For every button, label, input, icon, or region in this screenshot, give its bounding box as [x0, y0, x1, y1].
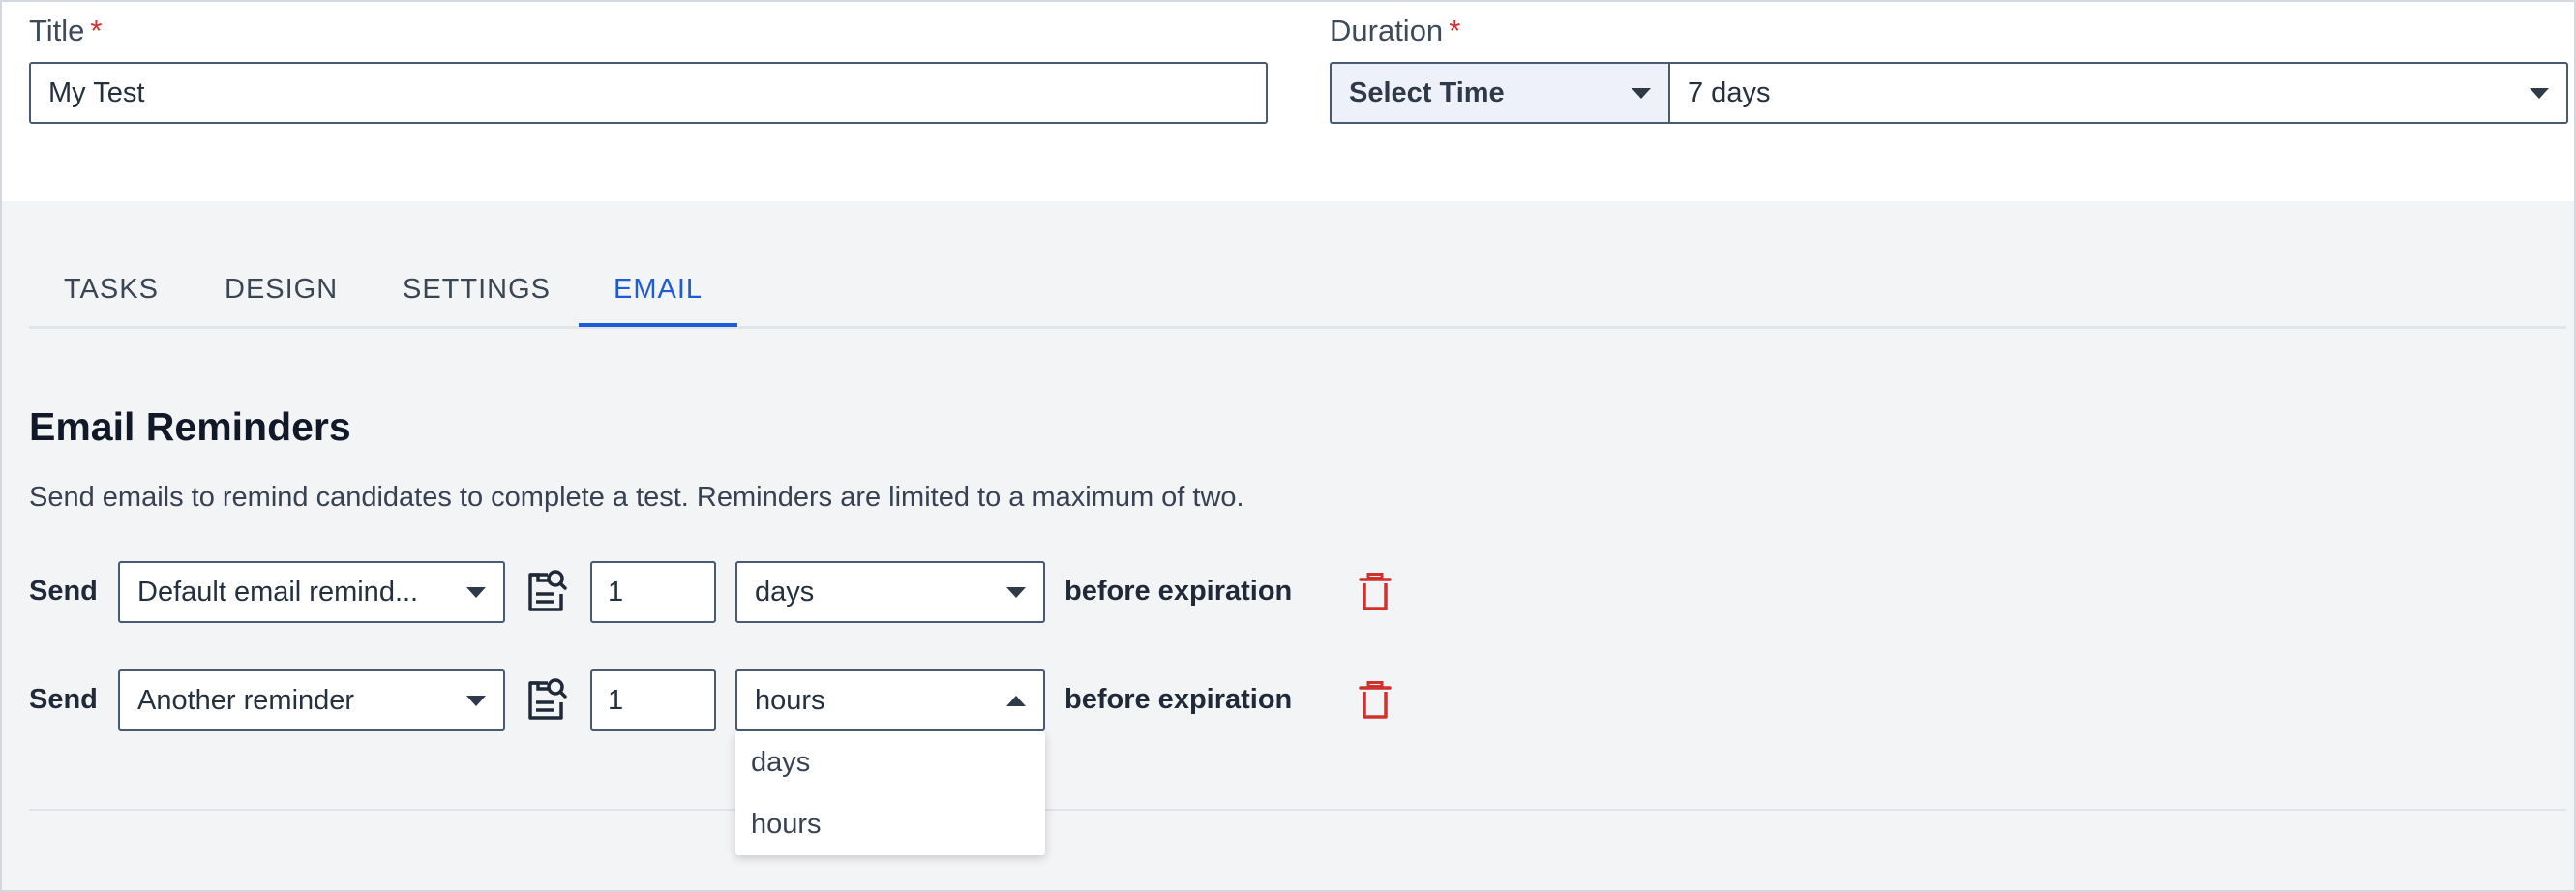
tab-tasks[interactable]: TASKS — [64, 250, 159, 329]
duration-value-label: 7 days — [1688, 76, 1771, 108]
tab-design[interactable]: DESIGN — [225, 250, 338, 329]
reminder-amount-input[interactable]: 1 — [590, 561, 716, 623]
unit-option-hours[interactable]: hours — [735, 793, 1045, 855]
reminder-unit-value: hours — [755, 684, 825, 716]
reminder-amount-value: 1 — [608, 684, 624, 716]
duration-value-select[interactable]: 7 days — [1668, 62, 2568, 124]
title-label: Title * — [29, 14, 103, 47]
section-description: Send emails to remind candidates to comp… — [29, 482, 1244, 513]
caret-down-icon — [466, 586, 486, 598]
active-tab-indicator — [579, 323, 737, 327]
reminder-amount-value: 1 — [608, 576, 624, 608]
template-select-value: Another reminder — [137, 684, 355, 716]
required-mark: * — [1449, 14, 1461, 47]
preview-template-icon[interactable] — [524, 677, 567, 724]
title-input-value: My Test — [48, 76, 145, 108]
duration-label: Duration * — [1330, 14, 1461, 47]
unit-dropdown-menu: days hours — [735, 731, 1045, 855]
send-label: Send — [29, 576, 98, 607]
reminder-amount-input[interactable]: 1 — [590, 669, 716, 731]
trash-icon[interactable] — [1359, 681, 1392, 720]
preview-template-icon[interactable] — [524, 569, 567, 615]
caret-up-icon — [1006, 695, 1026, 706]
duration-unit-select[interactable]: Select Time — [1330, 62, 1668, 124]
section-title: Email Reminders — [29, 404, 351, 449]
template-select-value: Default email remind... — [137, 576, 419, 608]
tab-settings[interactable]: SETTINGS — [403, 250, 551, 329]
caret-down-icon — [466, 695, 486, 706]
caret-down-icon — [1006, 586, 1026, 598]
caret-down-icon — [2530, 87, 2549, 99]
duration-control: Select Time 7 days — [1330, 62, 2568, 124]
send-label: Send — [29, 684, 98, 715]
title-input[interactable]: My Test — [29, 62, 1268, 124]
duration-unit-label: Select Time — [1349, 76, 1505, 108]
required-mark: * — [90, 14, 103, 47]
reminder-unit-select[interactable]: days — [735, 561, 1045, 623]
before-expiration-label: before expiration — [1064, 684, 1293, 715]
unit-option-days[interactable]: days — [735, 731, 1045, 793]
before-expiration-label: before expiration — [1064, 576, 1293, 607]
section-divider — [29, 809, 2566, 811]
tab-email[interactable]: EMAIL — [614, 250, 703, 329]
template-select[interactable]: Default email remind... — [118, 561, 505, 623]
template-select[interactable]: Another reminder — [118, 669, 505, 731]
trash-icon[interactable] — [1359, 573, 1392, 611]
reminder-unit-select[interactable]: hours — [735, 669, 1045, 731]
reminder-unit-value: days — [755, 576, 815, 608]
tab-bar: TASKS DESIGN SETTINGS EMAIL — [29, 250, 2566, 329]
caret-down-icon — [1632, 87, 1651, 99]
